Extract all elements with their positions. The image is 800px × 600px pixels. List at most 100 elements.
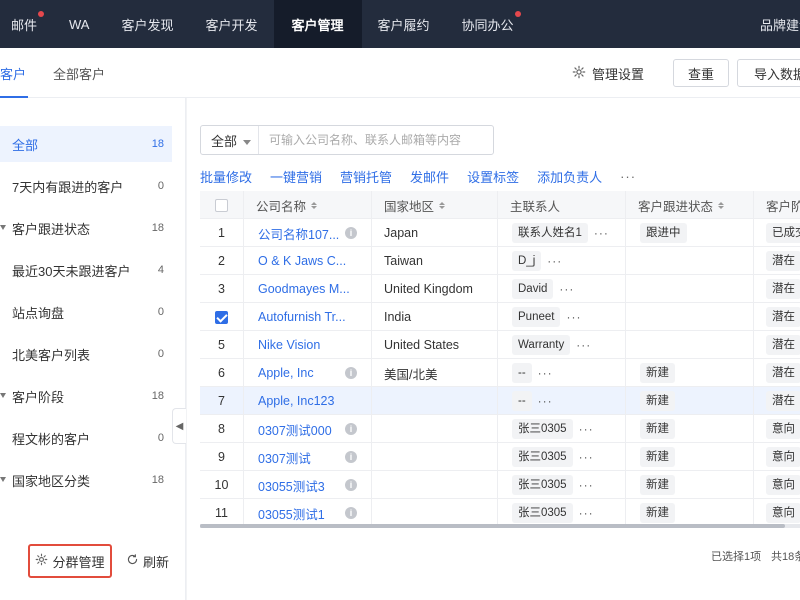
- row-checkbox[interactable]: [215, 310, 228, 324]
- group-manage-button[interactable]: 分群管理: [28, 544, 112, 578]
- horizontal-scrollbar[interactable]: [200, 524, 800, 528]
- table-row[interactable]: 7 Apple, Inc123 -- ··· 新建 潜在: [200, 387, 800, 415]
- info-icon[interactable]: i: [345, 227, 357, 239]
- contact-tag[interactable]: 张三0305: [512, 475, 573, 495]
- nav-item[interactable]: 邮件: [0, 0, 53, 48]
- info-icon[interactable]: i: [345, 507, 357, 519]
- more-icon[interactable]: ···: [594, 226, 609, 240]
- group-settings-button[interactable]: 管理设置: [572, 61, 644, 85]
- company-name-link[interactable]: Apple, Inc: [258, 366, 314, 380]
- company-name-link[interactable]: 03055测试3: [258, 476, 325, 495]
- table-row[interactable]: 9 0307测试 i 张三0305 ··· 新建 意向: [200, 443, 800, 471]
- bulk-action-link[interactable]: 一键营销: [270, 167, 322, 186]
- company-name-link[interactable]: Nike Vision: [258, 338, 320, 352]
- bulk-action-link[interactable]: 发邮件: [410, 167, 449, 186]
- table-row[interactable]: 6 Apple, Inc i 美国/北美 -- ··· 新建 潜在: [200, 359, 800, 387]
- search-input[interactable]: [259, 126, 493, 154]
- sidebar-group-item[interactable]: 国家地区分类 18: [0, 462, 172, 498]
- contact-tag[interactable]: Puneet: [512, 307, 561, 327]
- table-row[interactable]: 8 0307测试000 i 张三0305 ··· 新建 意向: [200, 415, 800, 443]
- contact-tag[interactable]: D_j: [512, 251, 542, 271]
- bulk-action-link[interactable]: 批量修改: [200, 167, 252, 186]
- column-header[interactable]: 主联系人: [498, 191, 626, 219]
- more-icon[interactable]: ···: [566, 310, 581, 324]
- info-icon[interactable]: i: [345, 367, 357, 379]
- company-name-link[interactable]: 公司名称107...: [258, 224, 339, 243]
- sort-icon[interactable]: [311, 201, 318, 209]
- sort-icon[interactable]: [439, 201, 446, 209]
- column-header[interactable]: 国家地区: [372, 191, 498, 219]
- more-icon[interactable]: ···: [538, 366, 553, 380]
- row-number: 5: [218, 338, 225, 352]
- contact-tag[interactable]: 联系人姓名1: [512, 223, 588, 243]
- column-header[interactable]: 客户跟进状态: [626, 191, 754, 219]
- refresh-button[interactable]: 刷新: [126, 552, 169, 571]
- check-duplicate-button[interactable]: 查重: [673, 59, 729, 87]
- nav-item[interactable]: 客户开发: [190, 0, 274, 48]
- table-row[interactable]: 3 Goodmayes M... United Kingdom David ··· 潜在: [200, 275, 800, 303]
- table-row[interactable]: 10 03055测试3 i 张三0305 ··· 新建 意向: [200, 471, 800, 499]
- more-actions-button[interactable]: ···: [620, 169, 636, 184]
- collapse-sidebar-handle[interactable]: ◀: [172, 408, 186, 444]
- bulk-action-link[interactable]: 营销托管: [340, 167, 392, 186]
- column-header[interactable]: 客户阶段: [754, 191, 800, 219]
- company-name-link[interactable]: O & K Jaws C...: [258, 254, 346, 268]
- more-icon[interactable]: ···: [538, 394, 553, 408]
- nav-item-brand[interactable]: 品牌建设: [760, 0, 800, 48]
- company-name-link[interactable]: 0307测试000: [258, 420, 332, 439]
- company-name-link[interactable]: 03055测试1: [258, 504, 325, 523]
- more-icon[interactable]: ···: [559, 282, 574, 296]
- sidebar-group-item[interactable]: 北美客户列表 0: [0, 336, 172, 372]
- contact-tag[interactable]: Warranty: [512, 335, 571, 355]
- search-scope-select[interactable]: 全部: [201, 126, 259, 154]
- company-name-link[interactable]: 0307测试: [258, 448, 311, 467]
- sort-icon[interactable]: [718, 201, 725, 209]
- sidebar-group-item[interactable]: 站点询盘 0: [0, 294, 172, 330]
- nav-item[interactable]: 协同办公: [446, 0, 530, 48]
- contact-tag[interactable]: 张三0305: [512, 503, 573, 523]
- more-icon[interactable]: ···: [579, 478, 594, 492]
- table-row[interactable]: 11 03055测试1 i 张三0305 ··· 新建 意向: [200, 499, 800, 527]
- contact-tag[interactable]: --: [512, 363, 532, 383]
- more-icon[interactable]: ···: [576, 338, 591, 352]
- nav-item[interactable]: 客户履约: [362, 0, 446, 48]
- nav-item[interactable]: 客户发现: [105, 0, 189, 48]
- sidebar-group-item[interactable]: 客户跟进状态 18: [0, 210, 172, 246]
- table-row[interactable]: 2 O & K Jaws C... Taiwan D_j ··· 潜在: [200, 247, 800, 275]
- select-all-checkbox[interactable]: [215, 198, 228, 212]
- sidebar-group-item[interactable]: 客户阶段 18: [0, 378, 172, 414]
- company-name-link[interactable]: Apple, Inc123: [258, 394, 334, 408]
- bulk-action-link[interactable]: 添加负责人: [537, 167, 602, 186]
- sidebar-group-item[interactable]: 7天内有跟进的客户 0: [0, 168, 172, 204]
- info-icon[interactable]: i: [345, 451, 357, 463]
- tab-customers[interactable]: 客户: [0, 48, 29, 98]
- sidebar-group-item[interactable]: 最近30天未跟进客户 4: [0, 252, 172, 288]
- more-icon[interactable]: ···: [579, 422, 594, 436]
- more-icon[interactable]: ···: [579, 450, 594, 464]
- sidebar-group-item[interactable]: 程文彬的客户 0: [0, 420, 172, 456]
- table-row[interactable]: 5 Nike Vision United States Warranty ··· 潜在: [200, 331, 800, 359]
- nav-item[interactable]: 客户管理: [273, 0, 362, 48]
- company-name-link[interactable]: Autofurnish Tr...: [258, 310, 346, 324]
- caret-down-icon[interactable]: [0, 393, 6, 398]
- sidebar-group-item[interactable]: 全部 18: [0, 126, 172, 162]
- info-icon[interactable]: i: [345, 423, 357, 435]
- scrollbar-thumb[interactable]: [200, 524, 785, 528]
- more-icon[interactable]: ···: [579, 506, 594, 520]
- import-data-button[interactable]: 导入数据: [737, 59, 800, 87]
- column-header[interactable]: 公司名称: [244, 191, 372, 219]
- more-icon[interactable]: ···: [547, 254, 562, 268]
- nav-item[interactable]: WA: [53, 0, 105, 48]
- company-name-link[interactable]: Goodmayes M...: [258, 282, 350, 296]
- tab-all-customers[interactable]: 全部客户: [53, 48, 105, 98]
- caret-down-icon[interactable]: [0, 477, 6, 482]
- contact-tag[interactable]: David: [512, 279, 554, 299]
- info-icon[interactable]: i: [345, 479, 357, 491]
- contact-tag[interactable]: 张三0305: [512, 419, 573, 439]
- contact-tag[interactable]: 张三0305: [512, 447, 573, 467]
- caret-down-icon[interactable]: [0, 225, 6, 230]
- bulk-action-link[interactable]: 设置标签: [467, 167, 519, 186]
- table-row[interactable]: 1 公司名称107... i Japan 联系人姓名1 ··· 跟进中 已成交: [200, 219, 800, 247]
- table-row[interactable]: Autofurnish Tr... India Puneet ··· 潜在: [200, 303, 800, 331]
- contact-tag[interactable]: --: [512, 391, 532, 411]
